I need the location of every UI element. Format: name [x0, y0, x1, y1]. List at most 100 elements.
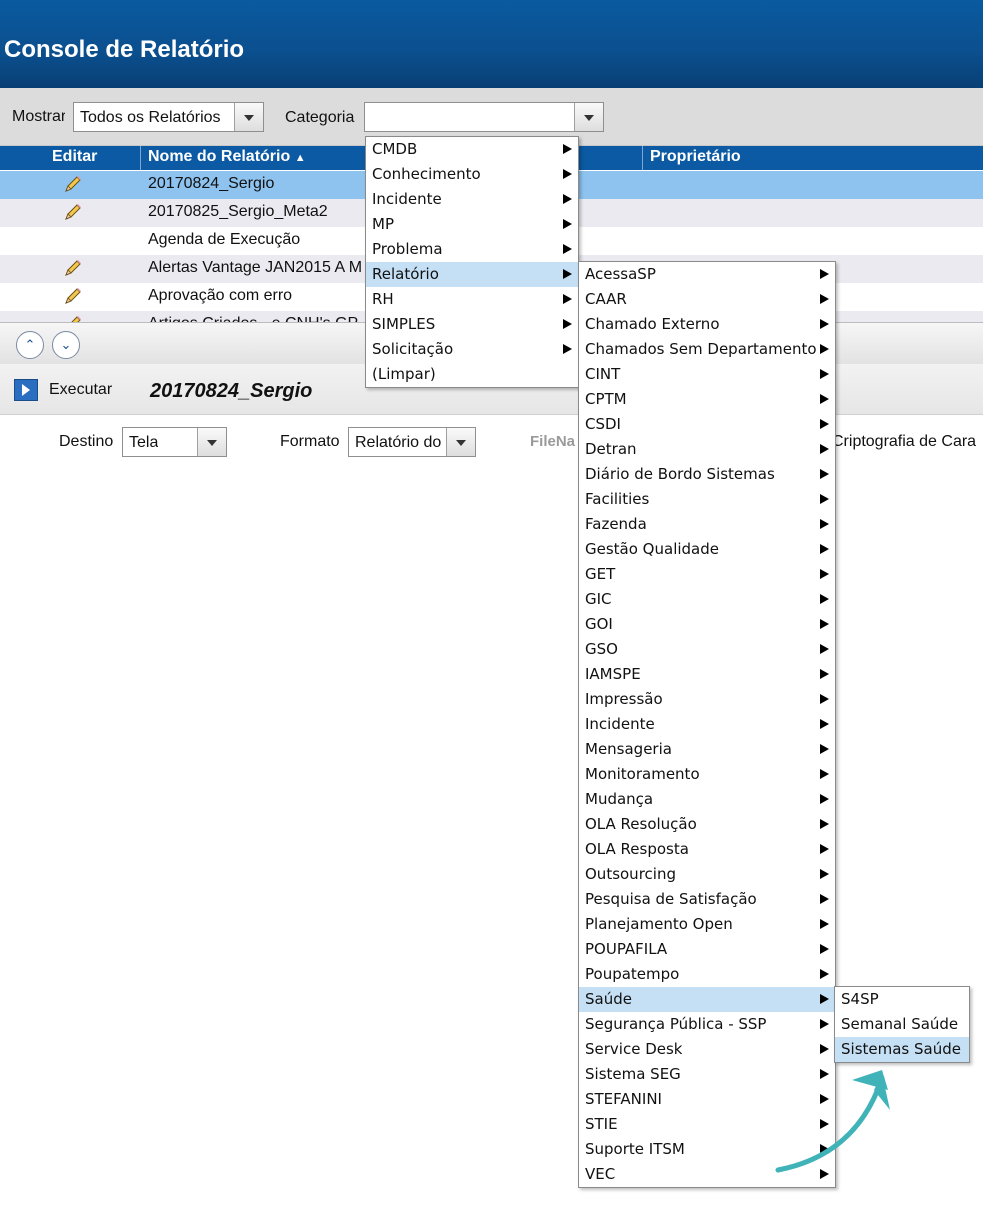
submenu-arrow-icon	[820, 844, 829, 854]
report-submenu-item[interactable]: CINT	[579, 362, 835, 387]
category-menu-item[interactable]: CMDB	[366, 137, 578, 162]
category-menu-item[interactable]: Incidente	[366, 187, 578, 212]
column-edit[interactable]: Editar	[52, 148, 97, 166]
submenu-arrow-icon	[820, 394, 829, 404]
expand-down-icon[interactable]: ⌄	[52, 331, 80, 359]
category-menu-item[interactable]: RH	[366, 287, 578, 312]
report-submenu-item[interactable]: Pesquisa de Satisfação	[579, 887, 835, 912]
health-submenu-item[interactable]: S4SP	[835, 987, 969, 1012]
chevron-down-icon[interactable]	[446, 428, 475, 456]
submenu-arrow-icon	[820, 919, 829, 929]
submenu-arrow-icon	[563, 194, 572, 204]
report-submenu-item[interactable]: POUPAFILA	[579, 937, 835, 962]
submenu-arrow-icon	[820, 269, 829, 279]
destination-select-value: Tela	[129, 434, 159, 451]
format-select[interactable]: Relatório do	[348, 427, 476, 457]
report-submenu-item[interactable]: GSO	[579, 637, 835, 662]
play-icon[interactable]	[14, 379, 38, 401]
submenu-arrow-icon	[820, 519, 829, 529]
column-owner[interactable]: Proprietário	[650, 148, 741, 166]
format-label: Formato	[280, 433, 340, 450]
report-submenu-item[interactable]: CSDI	[579, 412, 835, 437]
report-submenu-item[interactable]: GOI	[579, 612, 835, 637]
submenu-arrow-icon	[820, 644, 829, 654]
destination-label: Destino	[59, 433, 114, 450]
submenu-arrow-icon	[820, 969, 829, 979]
report-submenu-item[interactable]: Fazenda	[579, 512, 835, 537]
chevron-down-icon[interactable]	[197, 428, 226, 456]
submenu-arrow-icon	[820, 1019, 829, 1029]
report-submenu-item[interactable]: Planejamento Open	[579, 912, 835, 937]
submenu-arrow-icon	[820, 594, 829, 604]
page-title: Console de Relatório	[4, 36, 245, 63]
report-submenu-item[interactable]: Diário de Bordo Sistemas	[579, 462, 835, 487]
submenu-arrow-icon	[820, 719, 829, 729]
submenu-arrow-icon	[820, 294, 829, 304]
chevron-down-icon[interactable]	[234, 103, 263, 131]
report-submenu-item[interactable]: Incidente	[579, 712, 835, 737]
pencil-edit-icon[interactable]	[63, 258, 83, 278]
category-menu-item[interactable]: Relatório	[366, 262, 578, 287]
execute-button[interactable]: Executar	[49, 381, 112, 399]
report-submenu-item[interactable]: CAAR	[579, 287, 835, 312]
report-submenu-item[interactable]: AcessaSP	[579, 262, 835, 287]
report-name: Agenda de Execução	[148, 231, 301, 248]
category-menu-item[interactable]: Solicitação	[366, 337, 578, 362]
report-submenu-item[interactable]: Gestão Qualidade	[579, 537, 835, 562]
pencil-edit-icon[interactable]	[63, 174, 83, 194]
report-submenu-item[interactable]: Saúde	[579, 987, 835, 1012]
report-submenu-item[interactable]: GIC	[579, 587, 835, 612]
health-submenu-item[interactable]: Sistemas Saúde	[835, 1037, 969, 1062]
submenu-arrow-icon	[820, 744, 829, 754]
report-name: 20170825_Sergio_Meta2	[148, 203, 328, 220]
category-menu-item[interactable]: (Limpar)	[366, 362, 578, 387]
category-menu-item[interactable]: SIMPLES	[366, 312, 578, 337]
report-submenu-item[interactable]: GET	[579, 562, 835, 587]
category-menu-item[interactable]: Conhecimento	[366, 162, 578, 187]
pencil-edit-icon[interactable]	[63, 314, 83, 322]
submenu-arrow-icon	[820, 469, 829, 479]
submenu-arrow-icon	[820, 444, 829, 454]
report-submenu-item[interactable]: CPTM	[579, 387, 835, 412]
report-submenu-item[interactable]: IAMSPE	[579, 662, 835, 687]
submenu-arrow-icon	[820, 344, 829, 354]
encryption-label: Criptografia de Cara	[832, 433, 977, 450]
report-submenu-item[interactable]: Chamados Sem Departamento	[579, 337, 835, 362]
category-select[interactable]	[364, 102, 604, 132]
report-submenu-item[interactable]: OLA Resolução	[579, 812, 835, 837]
report-submenu-item[interactable]: Detran	[579, 437, 835, 462]
category-menu-item[interactable]: Problema	[366, 237, 578, 262]
report-submenu-item[interactable]: Outsourcing	[579, 862, 835, 887]
health-submenu: S4SP Semanal Saúde Sistemas Saúde	[834, 986, 970, 1063]
show-select[interactable]: Todos os Relatórios	[73, 102, 264, 132]
submenu-arrow-icon	[820, 869, 829, 879]
report-name: Alertas Vantage JAN2015 A M	[148, 259, 363, 276]
filename-label: FileNa	[530, 433, 576, 450]
submenu-arrow-icon	[563, 344, 572, 354]
chevron-down-icon[interactable]	[574, 103, 603, 131]
report-submenu-item[interactable]: Segurança Pública - SSP	[579, 1012, 835, 1037]
show-label: Mostrar	[12, 108, 65, 125]
report-submenu-item[interactable]: OLA Resposta	[579, 837, 835, 862]
pencil-edit-icon[interactable]	[63, 286, 83, 306]
report-submenu-item[interactable]: Impressão	[579, 687, 835, 712]
column-report-name[interactable]: Nome do Relatório ▲	[148, 148, 306, 166]
pencil-edit-icon[interactable]	[63, 202, 83, 222]
report-submenu-item[interactable]: Mensageria	[579, 737, 835, 762]
category-menu: CMDB Conhecimento Incidente MP Problema Relat…	[365, 136, 579, 388]
report-submenu-item[interactable]: Poupatempo	[579, 962, 835, 987]
destination-select[interactable]: Tela	[122, 427, 227, 457]
report-submenu-item[interactable]: Mudança	[579, 787, 835, 812]
submenu-arrow-icon	[563, 319, 572, 329]
submenu-arrow-icon	[820, 694, 829, 704]
collapse-up-icon[interactable]: ⌃	[16, 331, 44, 359]
report-submenu-item[interactable]: Chamado Externo	[579, 312, 835, 337]
submenu-arrow-icon	[563, 144, 572, 154]
report-submenu-item[interactable]: Monitoramento	[579, 762, 835, 787]
category-menu-item[interactable]: MP	[366, 212, 578, 237]
report-submenu-item[interactable]: Facilities	[579, 487, 835, 512]
submenu-arrow-icon	[820, 669, 829, 679]
health-submenu-item[interactable]: Semanal Saúde	[835, 1012, 969, 1037]
report-submenu-item[interactable]: Service Desk	[579, 1037, 835, 1062]
submenu-arrow-icon	[820, 319, 829, 329]
